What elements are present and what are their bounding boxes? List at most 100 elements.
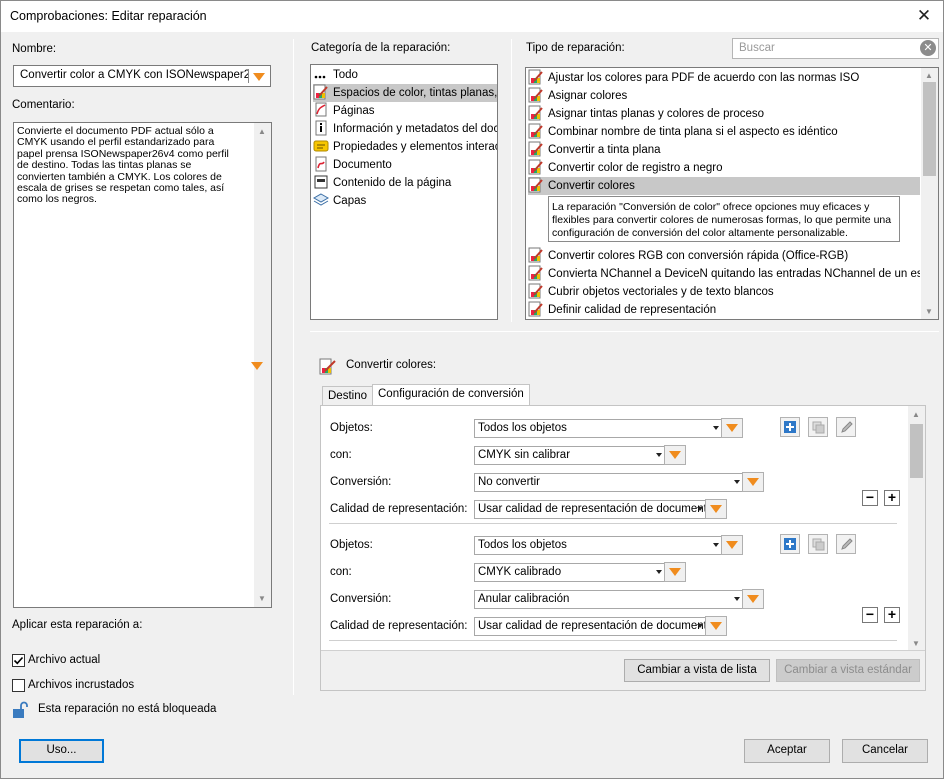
category-item-pages[interactable]: Páginas	[313, 102, 497, 120]
with-dropdown[interactable]: CMYK sin calibrar	[474, 446, 665, 465]
objects-dropdown[interactable]: Todos los objetos	[474, 419, 722, 438]
fix-type-item-label: Convierta NChannel a DeviceN quitando la…	[548, 268, 920, 280]
scroll-up-icon[interactable]: ▲	[912, 410, 920, 419]
fix-list-scrollbar[interactable]: ▲ ▼	[921, 68, 938, 319]
scroll-thumb[interactable]	[923, 82, 936, 176]
use-button[interactable]: Uso...	[19, 739, 104, 763]
remove-rule-button[interactable]: −	[862, 607, 878, 623]
window-title: Comprobaciones: Editar reparación	[10, 9, 207, 23]
scroll-down-icon[interactable]: ▼	[258, 594, 266, 603]
category-list[interactable]: Todo Espacios de color, tintas planas, c…	[310, 64, 498, 320]
fix-type-label: Tipo de reparación:	[526, 42, 625, 54]
conversion-dropdown[interactable]: No convertir	[474, 473, 743, 492]
fix-type-item-label: Ajustar los colores para PDF de acuerdo …	[548, 72, 860, 84]
quality-dropdown[interactable]: Usar calidad de representación de docume…	[474, 617, 713, 636]
caret-icon	[697, 507, 703, 511]
edit-rule-icon[interactable]	[836, 534, 856, 554]
scroll-up-icon[interactable]: ▲	[925, 71, 933, 80]
unlock-icon[interactable]	[12, 701, 28, 722]
fix-icon	[528, 177, 544, 193]
embedded-files-checkbox[interactable]	[12, 679, 25, 692]
conversion-menu-arrow-icon[interactable]	[742, 472, 764, 492]
fix-type-item[interactable]: Convierta NChannel a DeviceN quitando la…	[528, 265, 920, 283]
remove-rule-button[interactable]: −	[862, 490, 878, 506]
page-content-icon	[313, 174, 329, 190]
category-item-properties[interactable]: Propiedades y elementos interactivos	[313, 138, 497, 156]
edit-rule-icon[interactable]	[836, 417, 856, 437]
conversion-rule-group: Objetos: Todos los objetos con: CMYK sin ca…	[321, 412, 906, 526]
comment-label: Comentario:	[12, 99, 75, 111]
horizontal-splitter[interactable]	[310, 331, 939, 332]
objects-menu-arrow-icon[interactable]	[721, 418, 743, 438]
fix-type-item[interactable]: Convertir colores	[528, 177, 920, 195]
conversion-value: No convertir	[478, 476, 540, 488]
vertical-splitter-2[interactable]	[511, 39, 512, 322]
accept-button[interactable]: Aceptar	[744, 739, 830, 763]
clear-search-icon[interactable]: ✕	[920, 40, 936, 56]
search-input[interactable]: Buscar ✕	[732, 38, 939, 59]
quality-menu-arrow-icon[interactable]	[705, 499, 727, 519]
fix-icon	[528, 301, 544, 317]
tab-conversion-settings[interactable]: Configuración de conversión	[372, 384, 530, 406]
fix-type-item[interactable]: Convertir colores RGB con conversión ráp…	[528, 247, 920, 265]
title-bar: Comprobaciones: Editar reparación ✕	[1, 1, 943, 32]
expand-arrow-icon[interactable]	[251, 361, 263, 373]
add-rule-icon[interactable]	[780, 534, 800, 554]
scroll-up-icon[interactable]: ▲	[258, 127, 266, 136]
category-item-colorspaces[interactable]: Espacios de color, tintas planas, conver…	[313, 84, 497, 102]
fix-type-item[interactable]: Asignar colores	[528, 87, 920, 105]
tab-destination[interactable]: Destino	[322, 386, 373, 406]
tab-label: Destino	[328, 390, 367, 402]
scroll-down-icon[interactable]: ▼	[925, 307, 933, 316]
close-icon[interactable]: ✕	[913, 5, 935, 27]
conversion-dropdown[interactable]: Anular calibración	[474, 590, 743, 609]
vertical-splitter[interactable]	[293, 39, 294, 695]
add-rule-icon[interactable]	[780, 417, 800, 437]
category-item-page-content[interactable]: Contenido de la página	[313, 174, 497, 192]
fix-type-item[interactable]: Convertir a tinta plana	[528, 141, 920, 159]
quality-dropdown[interactable]: Usar calidad de representación de docume…	[474, 500, 713, 519]
with-dropdown[interactable]: CMYK calibrado	[474, 563, 665, 582]
layers-icon	[313, 192, 330, 208]
caret-icon	[697, 624, 703, 628]
category-item-document[interactable]: Documento	[313, 156, 497, 174]
category-item-layers[interactable]: Capas	[313, 192, 497, 210]
fix-type-item[interactable]: Cubrir objetos vectoriales y de texto bl…	[528, 283, 920, 301]
list-view-button[interactable]: Cambiar a vista de lista	[624, 659, 770, 682]
current-file-checkbox[interactable]	[12, 654, 25, 667]
fix-type-item[interactable]: Combinar nombre de tinta plana si el asp…	[528, 123, 920, 141]
category-item-label: Capas	[333, 195, 367, 207]
pdf-document-icon	[313, 156, 329, 172]
fix-type-item[interactable]: Ajustar los colores para PDF de acuerdo …	[528, 69, 920, 87]
scroll-thumb[interactable]	[910, 424, 923, 478]
duplicate-rule-icon[interactable]	[808, 534, 828, 554]
with-menu-arrow-icon[interactable]	[664, 562, 686, 582]
conversion-menu-arrow-icon[interactable]	[742, 589, 764, 609]
fix-icon	[528, 159, 544, 175]
objects-value: Todos los objetos	[478, 422, 567, 434]
with-menu-arrow-icon[interactable]	[664, 445, 686, 465]
add-rule-button[interactable]: +	[884, 607, 900, 623]
fix-type-item[interactable]: Definir calidad de representación	[528, 301, 920, 319]
colorspace-icon	[313, 84, 329, 100]
fix-icon	[528, 283, 544, 299]
scroll-down-icon[interactable]: ▼	[912, 639, 920, 648]
category-item-info[interactable]: Información y metadatos del documento	[313, 120, 497, 138]
embedded-files-label: Archivos incrustados	[28, 679, 135, 691]
fix-type-item[interactable]: Convertir color de registro a negro	[528, 159, 920, 177]
duplicate-rule-icon[interactable]	[808, 417, 828, 437]
fix-type-item[interactable]: Asignar tintas planas y colores de proce…	[528, 105, 920, 123]
objects-menu-arrow-icon[interactable]	[721, 535, 743, 555]
comment-textarea[interactable]: Convierte el documento PDF actual sólo a…	[13, 122, 272, 608]
quality-menu-arrow-icon[interactable]	[705, 616, 727, 636]
rules-scrollbar[interactable]: ▲ ▼	[908, 406, 925, 650]
name-combobox[interactable]: Convertir color a CMYK con ISONewspaper2…	[13, 65, 271, 87]
category-item-all[interactable]: Todo	[313, 66, 497, 84]
add-rule-button[interactable]: +	[884, 490, 900, 506]
fix-icon	[528, 123, 544, 139]
fix-type-list[interactable]: Ajustar los colores para PDF de acuerdo …	[525, 67, 939, 320]
dropdown-arrow-icon[interactable]	[253, 72, 265, 84]
objects-dropdown[interactable]: Todos los objetos	[474, 536, 722, 555]
dialog-window: Comprobaciones: Editar reparación ✕ Nomb…	[0, 0, 944, 779]
cancel-button[interactable]: Cancelar	[842, 739, 928, 763]
